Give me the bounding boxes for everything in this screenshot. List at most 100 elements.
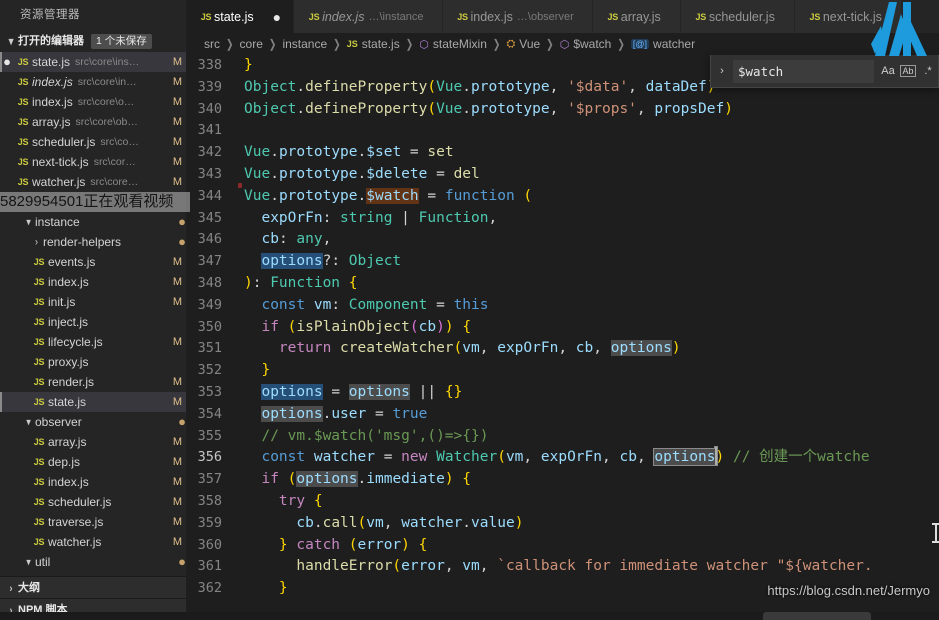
use-regex-icon[interactable]: .* — [918, 65, 938, 77]
symbol-variable-icon: [@] — [630, 39, 650, 49]
git-modified-flag: M — [172, 296, 182, 308]
tree-file-state.js[interactable]: JS state.js M — [0, 392, 186, 412]
breadcrumb-item-$watch[interactable]: ⬡ $watch — [560, 37, 612, 51]
line-content: expOrFn: string | Function, — [261, 209, 498, 226]
match-case-icon[interactable]: Aa — [878, 65, 898, 77]
tab-path: …\instance — [368, 10, 424, 23]
line-number: 339 — [197, 78, 222, 95]
line-number: 359 — [197, 514, 222, 531]
tree-file-index.js[interactable]: JS index.js M — [0, 472, 186, 492]
chevron-right-icon[interactable]: › — [711, 65, 733, 77]
explorer-sidebar: 资源管理器 ▾ 打开的编辑器 1 个未保存 ● JS state.js src\cor… — [0, 0, 186, 620]
breadcrumb-separator-icon: ❯ — [546, 36, 554, 51]
js-file-icon: JS — [33, 317, 45, 327]
js-file-icon: JS — [33, 437, 45, 447]
match-whole-word-icon[interactable]: Ab — [898, 65, 918, 77]
tree-folder-observer[interactable]: ▾ observer ● — [0, 412, 186, 432]
tree-folder-util[interactable]: ▾ util ● — [0, 552, 186, 572]
js-file-icon: JS — [33, 477, 45, 487]
find-input[interactable]: $watch — [733, 59, 874, 83]
chevron-down-icon[interactable]: ▾ — [4, 27, 18, 55]
open-editor-item[interactable]: JS index.js src\core\o… M — [0, 92, 186, 112]
outline-section-header[interactable]: › 大纲 — [0, 576, 186, 598]
line-content: cb.call(vm, watcher.value) — [296, 514, 524, 531]
tree-file-label: events.js — [48, 255, 96, 269]
breadcrumb-item-statejs[interactable]: JS state.js — [347, 37, 400, 51]
tab-state-js[interactable]: JS state.js ● — [186, 0, 295, 33]
git-modified-flag: M — [172, 156, 182, 168]
breadcrumb-item-src[interactable]: src — [204, 37, 220, 51]
tree-folder-render-helpers[interactable]: › render-helpers ● — [0, 232, 186, 252]
tab-array-js[interactable]: JS array.js — [592, 0, 681, 33]
editor-area: JS state.js ● JS index.js …\instance JS index.j… — [186, 0, 939, 620]
tab-index-js[interactable]: JS index.js …\observer — [442, 0, 593, 33]
tree-file-events.js[interactable]: JS events.js M — [0, 252, 186, 272]
chevron-right-icon[interactable]: › — [30, 236, 43, 248]
tree-file-index.js[interactable]: JS index.js M — [0, 272, 186, 292]
breadcrumb-item-stateMixin[interactable]: ⬡ stateMixin — [419, 37, 487, 51]
open-editor-name: scheduler.js — [32, 135, 96, 149]
open-editor-item[interactable]: JS watcher.js src\core… M — [0, 172, 186, 192]
unsaved-count-badge: 1 个未保存 — [91, 33, 152, 49]
tab-scheduler-js[interactable]: JS scheduler.js — [680, 0, 795, 33]
js-file-icon: JS — [17, 77, 29, 87]
code-line: 340 Object.defineProperty(Vue.prototype, … — [186, 99, 939, 121]
breadcrumb-item-instance[interactable]: instance — [282, 37, 327, 51]
breadcrumb-item-Vue[interactable]: ⛭ Vue — [506, 37, 540, 51]
tab-dirty-dot-icon[interactable]: ● — [273, 10, 281, 24]
tree-file-proxy.js[interactable]: JS proxy.js — [0, 352, 186, 372]
breadcrumb-separator-icon: ❯ — [268, 36, 277, 51]
code-line: 354 options.user = true — [186, 404, 939, 426]
tree-file-label: traverse.js — [48, 515, 104, 529]
chevron-down-icon[interactable]: ▾ — [22, 215, 35, 228]
tree-file-traverse.js[interactable]: JS traverse.js M — [0, 512, 186, 532]
open-editor-item[interactable]: JS index.js src\core\in… M — [0, 72, 186, 92]
git-modified-flag: M — [172, 56, 182, 68]
breadcrumb-item-watcher[interactable]: [@] watcher — [630, 37, 695, 51]
open-editor-item[interactable]: JS array.js src\core\ob… M — [0, 112, 186, 132]
code-lines: 338} 339 Object.defineProperty(Vue.prototy… — [186, 55, 939, 600]
code-line: 343 Vue.prototype.$delete = del — [186, 164, 939, 188]
find-widget[interactable]: › $watch Aa Ab .* — [710, 55, 939, 88]
chevron-down-icon[interactable]: ▾ — [22, 415, 35, 428]
line-number: 349 — [197, 296, 222, 313]
tree-file-label: watcher.js — [48, 535, 102, 549]
breadcrumb-item-core[interactable]: core — [240, 37, 263, 51]
tree-file-lifecycle.js[interactable]: JS lifecycle.js M — [0, 332, 186, 352]
tree-file-init.js[interactable]: JS init.js M — [0, 292, 186, 312]
open-editor-item[interactable]: JS scheduler.js src\co… M — [0, 132, 186, 152]
code-line: 353 options = options || {} — [186, 382, 939, 404]
line-number: 343 — [197, 165, 222, 182]
open-editors-header[interactable]: ▾ 打开的编辑器 1 个未保存 — [0, 30, 186, 52]
tab-path: …\observer — [516, 10, 574, 23]
js-file-icon: JS — [17, 117, 29, 127]
tree-folder-label: observer — [35, 415, 82, 429]
tree-file-inject.js[interactable]: JS inject.js — [0, 312, 186, 332]
js-file-icon: JS — [33, 497, 45, 507]
line-content: try { — [278, 492, 323, 509]
tab-index-js[interactable]: JS index.js …\instance — [294, 0, 443, 33]
tree-file-dep.js[interactable]: JS dep.js M — [0, 452, 186, 472]
line-content: ): Function { — [244, 274, 358, 291]
tree-file-render.js[interactable]: JS render.js M — [0, 372, 186, 392]
line-number: 354 — [197, 405, 222, 422]
tree-folder-label: render-helpers — [43, 235, 122, 249]
open-editor-item[interactable]: ● JS state.js src\core\ins… M — [0, 52, 186, 72]
chevron-down-icon[interactable]: ▾ — [22, 555, 35, 568]
breadcrumb-label: src — [204, 37, 220, 51]
line-number: 356 — [197, 449, 222, 466]
js-file-icon: JS — [33, 277, 45, 287]
tab-next-tick-js[interactable]: JS next-tick.js — [794, 0, 902, 33]
open-editor-path: src\co… — [100, 136, 139, 148]
open-editor-item[interactable]: JS next-tick.js src\cor… M — [0, 152, 186, 172]
line-content: } catch (error) { — [278, 536, 428, 553]
code-line: 361 handleError(error, vm, `callback for… — [186, 556, 939, 578]
code-editor[interactable]: 338} 339 Object.defineProperty(Vue.prototy… — [186, 55, 939, 620]
line-content: const vm: Component = this — [261, 296, 489, 313]
tree-folder-instance[interactable]: ▾ instance ● — [0, 212, 186, 232]
js-file-icon: JS — [33, 397, 45, 407]
tree-file-array.js[interactable]: JS array.js M — [0, 432, 186, 452]
open-editor-path: src\core\ins… — [75, 56, 140, 68]
tree-file-watcher.js[interactable]: JS watcher.js M — [0, 532, 186, 552]
tree-file-scheduler.js[interactable]: JS scheduler.js M — [0, 492, 186, 512]
